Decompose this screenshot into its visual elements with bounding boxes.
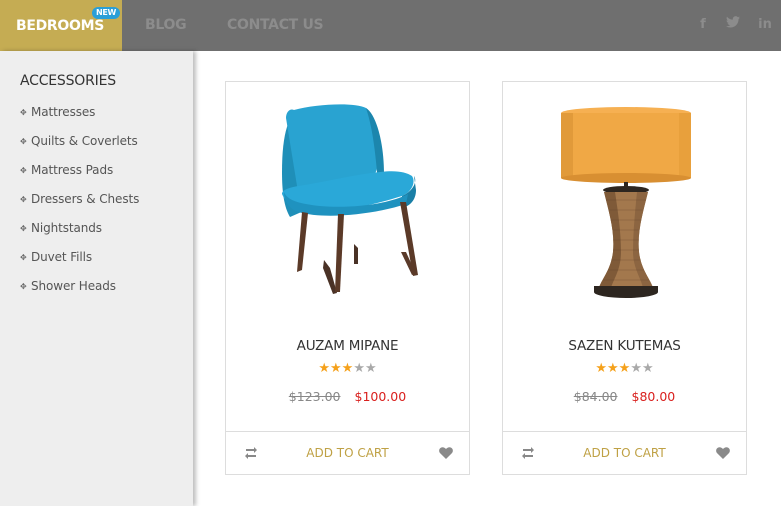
product-rating: ★★★★★ bbox=[226, 361, 469, 376]
star-empty-icon: ★ bbox=[630, 361, 642, 376]
old-price: $84.00 bbox=[573, 389, 618, 404]
product-prices: $84.00 $80.00 bbox=[503, 389, 746, 404]
product-rating: ★★★★★ bbox=[503, 361, 746, 376]
star-filled-icon: ★ bbox=[341, 361, 354, 376]
heart-icon[interactable] bbox=[438, 445, 454, 461]
sidebar-item-duvet-fills[interactable]: ✥ Duvet Fills bbox=[20, 250, 139, 279]
product-name[interactable]: AUZAM MIPANE bbox=[226, 338, 469, 354]
sidebar-item-mattresses[interactable]: ✥ Mattresses bbox=[20, 105, 139, 134]
nav-item-blog[interactable]: BLOG bbox=[145, 0, 187, 51]
add-to-cart-button[interactable]: ADD TO CART bbox=[503, 446, 746, 460]
product-image-blue-armchair[interactable] bbox=[226, 82, 469, 322]
star-empty-icon: ★ bbox=[364, 361, 377, 376]
bullet-icon: ✥ bbox=[20, 253, 27, 262]
facebook-icon[interactable]: f bbox=[695, 16, 711, 34]
bullet-icon: ✥ bbox=[20, 166, 27, 175]
top-navigation-bar: BEDROOMS NEW BLOG CONTACT US f in bbox=[0, 0, 781, 51]
nav-item-bedrooms-label: BEDROOMS bbox=[15, 17, 105, 34]
bullet-icon: ✥ bbox=[20, 224, 27, 233]
old-price: $123.00 bbox=[288, 389, 341, 404]
heart-icon[interactable] bbox=[715, 445, 731, 461]
sidebar-item-label: Mattress Pads bbox=[31, 163, 114, 177]
bullet-icon: ✥ bbox=[20, 108, 27, 117]
star-empty-icon: ★ bbox=[353, 361, 365, 376]
product-card[interactable]: AUZAM MIPANE ★★★★★ $123.00 $100.00 ADD TO… bbox=[225, 81, 470, 475]
new-badge: NEW bbox=[92, 7, 121, 19]
twitter-icon[interactable] bbox=[725, 16, 741, 34]
category-sidebar: ACCESSORIES ✥ Mattresses ✥ Quilts & Coverl… bbox=[0, 51, 193, 506]
sidebar-item-label: Quilts & Coverlets bbox=[31, 134, 138, 148]
star-filled-icon: ★ bbox=[595, 361, 608, 376]
star-filled-icon: ★ bbox=[618, 361, 631, 376]
product-image-orange-table-lamp[interactable] bbox=[503, 82, 746, 322]
star-filled-icon: ★ bbox=[318, 361, 331, 376]
nav-item-contact-us[interactable]: CONTACT US bbox=[227, 0, 324, 51]
star-filled-icon: ★ bbox=[330, 361, 342, 376]
product-actions: ADD TO CART bbox=[226, 431, 469, 475]
sidebar-item-label: Dressers & Chests bbox=[31, 192, 140, 206]
sidebar-list: ✥ Mattresses ✥ Quilts & Coverlets ✥ Mattres… bbox=[20, 105, 139, 308]
linkedin-icon[interactable]: in bbox=[757, 16, 773, 34]
sale-price: $80.00 bbox=[631, 389, 676, 404]
sidebar-item-nightstands[interactable]: ✥ Nightstands bbox=[20, 221, 139, 250]
sidebar-title: ACCESSORIES bbox=[20, 73, 116, 89]
sale-price: $100.00 bbox=[354, 389, 407, 404]
bullet-icon: ✥ bbox=[20, 195, 27, 204]
sidebar-item-label: Mattresses bbox=[31, 105, 96, 119]
product-card[interactable]: SAZEN KUTEMAS ★★★★★ $84.00 $80.00 ADD TO … bbox=[502, 81, 747, 475]
star-filled-icon: ★ bbox=[607, 361, 619, 376]
add-to-cart-button[interactable]: ADD TO CART bbox=[226, 446, 469, 460]
bullet-icon: ✥ bbox=[20, 137, 27, 146]
product-actions: ADD TO CART bbox=[503, 431, 746, 475]
product-name[interactable]: SAZEN KUTEMAS bbox=[503, 338, 746, 354]
sidebar-item-mattress-pads[interactable]: ✥ Mattress Pads bbox=[20, 163, 139, 192]
nav-item-bedrooms[interactable]: BEDROOMS NEW bbox=[0, 0, 122, 51]
sidebar-item-quilts-coverlets[interactable]: ✥ Quilts & Coverlets bbox=[20, 134, 139, 163]
star-empty-icon: ★ bbox=[641, 361, 654, 376]
sidebar-item-label: Duvet Fills bbox=[31, 250, 93, 264]
sidebar-item-dressers-chests[interactable]: ✥ Dressers & Chests bbox=[20, 192, 139, 221]
bullet-icon: ✥ bbox=[20, 282, 27, 291]
sidebar-item-shower-heads[interactable]: ✥ Shower Heads bbox=[20, 279, 139, 308]
sidebar-item-label: Nightstands bbox=[31, 221, 102, 235]
sidebar-item-label: Shower Heads bbox=[31, 279, 116, 293]
product-prices: $123.00 $100.00 bbox=[226, 389, 469, 404]
